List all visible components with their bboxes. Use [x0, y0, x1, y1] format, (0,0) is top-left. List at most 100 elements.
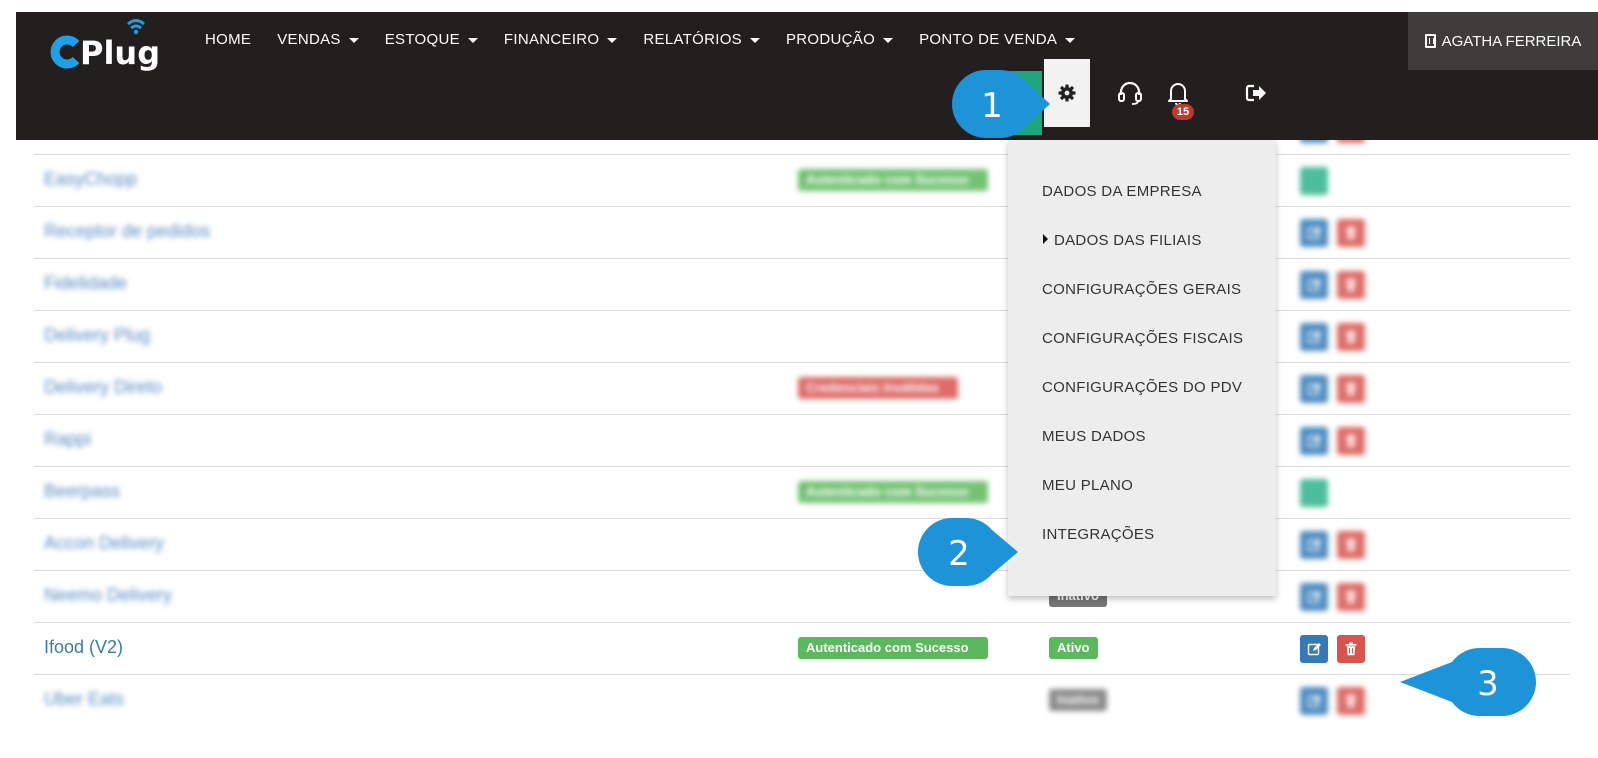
callout-3-number: 3 [1477, 664, 1499, 704]
table-row: Uber Eats Inativo [34, 674, 1570, 726]
active-status-badge: Inativo [1049, 689, 1107, 711]
menu-item-label: DADOS DAS FILIAIS [1054, 232, 1202, 249]
nav-item-label: PONTO DE VENDA [919, 31, 1058, 48]
edit-icon [1307, 227, 1321, 240]
support-button[interactable] [1108, 59, 1152, 127]
delete-button[interactable] [1337, 583, 1365, 611]
trash-icon [1345, 226, 1357, 240]
integration-name-link[interactable]: Ifood (V2) [44, 637, 123, 658]
auth-status-badge: Autenticado com Sucesso [798, 481, 988, 503]
menu-item-label: CONFIGURAÇÕES GERAIS [1042, 281, 1242, 298]
logout-button[interactable] [1234, 59, 1278, 127]
menu-item-label: CONFIGURAÇÕES DO PDV [1042, 379, 1243, 396]
integration-name-link[interactable]: Delivery Direto [44, 377, 162, 398]
table-row: Ifood (V2) Autenticado com Sucesso Ativo [34, 622, 1570, 674]
table-row: Neemo DeliveryInativo [34, 570, 1570, 622]
headset-icon [1118, 81, 1142, 105]
nav-item-estoque[interactable]: ESTOQUE [372, 29, 491, 51]
trash-icon [1345, 278, 1357, 292]
edit-icon [1307, 539, 1321, 552]
menu-item-label: CONFIGURAÇÕES FISCAIS [1042, 330, 1244, 347]
integration-name-link[interactable]: Receptor de pedidos [44, 221, 210, 242]
callout-1: 1 [952, 69, 1050, 139]
caret-down-icon [348, 37, 359, 43]
delete-button[interactable] [1337, 375, 1365, 403]
nav-item-label: RELATÓRIOS [643, 31, 742, 48]
integration-name-link[interactable]: Delivery Plug [44, 325, 150, 346]
trash-icon [1345, 382, 1357, 396]
bell-icon [1168, 83, 1188, 106]
integration-name-link[interactable]: Uber Eats [44, 689, 124, 710]
integration-name-link[interactable]: EasyChopp [44, 169, 137, 190]
delete-button[interactable] [1337, 687, 1365, 715]
config-button[interactable] [1300, 479, 1328, 507]
nav-item-home[interactable]: HOME [186, 29, 264, 51]
edit-button[interactable] [1300, 635, 1328, 663]
delete-button[interactable] [1337, 271, 1365, 299]
caret-down-icon [607, 37, 618, 43]
nav-item-vendas[interactable]: VENDAS [264, 29, 372, 51]
delete-button[interactable] [1337, 635, 1365, 663]
menu-item-configurações-gerais[interactable]: CONFIGURAÇÕES GERAIS [1042, 281, 1241, 298]
edit-icon [1307, 591, 1321, 604]
delete-button[interactable] [1337, 219, 1365, 247]
menu-item-label: DADOS DA EMPRESA [1042, 183, 1202, 200]
edit-button[interactable] [1300, 427, 1328, 455]
nav-item-label: HOME [205, 31, 252, 48]
menu-item-label: MEU PLANO [1042, 477, 1134, 494]
menu-item-configurações-do-pdv[interactable]: CONFIGURAÇÕES DO PDV [1042, 379, 1242, 396]
caret-down-icon [467, 37, 478, 43]
top-navbar: Plug HOME VENDAS ESTOQUE FINANCEIRO RELATÓRI… [16, 12, 1598, 140]
caret-down-icon [1065, 37, 1076, 43]
edit-button[interactable] [1300, 375, 1328, 403]
auth-status-badge: Autenticado com Sucesso [798, 169, 988, 191]
edit-button[interactable] [1300, 271, 1328, 299]
logo-text: Plug [80, 34, 160, 72]
edit-button[interactable] [1300, 687, 1328, 715]
integration-name-link[interactable]: Accon Delivery [44, 533, 164, 554]
edit-button[interactable] [1300, 323, 1328, 351]
nav-item-financeiro[interactable]: FINANCEIRO [491, 29, 631, 51]
trash-icon [1345, 538, 1357, 552]
menu-item-integrações[interactable]: INTEGRAÇÕES [1042, 526, 1154, 543]
nav-item-label: FINANCEIRO [503, 31, 600, 48]
nav-item-label: PRODUÇÃO [785, 31, 876, 48]
table-row: Rappi [34, 414, 1570, 466]
delete-button[interactable] [1337, 323, 1365, 351]
table-row: Beerpass Autenticado com Sucesso [34, 466, 1570, 518]
edit-icon [1307, 383, 1321, 396]
callout-3: 3 [1400, 647, 1536, 717]
table-row: Fidelidade [34, 258, 1570, 310]
table-row: EasyChopp Autenticado com Sucesso [34, 154, 1570, 206]
trash-icon [1345, 590, 1357, 604]
notification-count-badge: 15 [1172, 104, 1194, 120]
nav-item-produção[interactable]: PRODUÇÃO [773, 29, 906, 51]
user-menu[interactable]: AGATHA FERREIRA [1408, 12, 1598, 70]
nav-item-ponto-de-venda[interactable]: PONTO DE VENDA [906, 29, 1088, 51]
table-row: Delivery Plug [34, 310, 1570, 362]
table-row: Receptor de pedidos [34, 206, 1570, 258]
menu-item-meus-dados[interactable]: MEUS DADOS [1042, 428, 1146, 445]
config-button[interactable] [1300, 167, 1328, 195]
nav-item-relatórios[interactable]: RELATÓRIOS [630, 29, 773, 51]
menu-item-dados-da-empresa[interactable]: DADOS DA EMPRESA [1042, 183, 1202, 200]
integration-name-link[interactable]: Rappi [44, 429, 91, 450]
edit-button[interactable] [1300, 219, 1328, 247]
caret-down-icon [883, 37, 894, 43]
table-row: Delivery Direto Credenciais Inválidas [34, 362, 1570, 414]
delete-button[interactable] [1337, 531, 1365, 559]
integration-name-link[interactable]: Beerpass [44, 481, 120, 502]
building-icon [1424, 34, 1436, 48]
integration-name-link[interactable]: Neemo Delivery [44, 585, 172, 606]
edit-button[interactable] [1300, 583, 1328, 611]
edit-button[interactable] [1300, 531, 1328, 559]
integration-name-link[interactable]: Fidelidade [44, 273, 127, 294]
menu-item-configurações-fiscais[interactable]: CONFIGURAÇÕES FISCAIS [1042, 330, 1243, 347]
cplug-logo[interactable]: Plug [42, 14, 162, 74]
menu-item-dados-das-filiais[interactable]: DADOS DAS FILIAIS [1043, 232, 1202, 249]
delete-button[interactable] [1337, 427, 1365, 455]
menu-item-meu-plano[interactable]: MEU PLANO [1042, 477, 1133, 494]
app-window: Delivery Direto EasyChopp Autenticado com … [0, 0, 1598, 758]
callout-2-number: 2 [948, 534, 970, 574]
edit-icon [1307, 279, 1321, 292]
